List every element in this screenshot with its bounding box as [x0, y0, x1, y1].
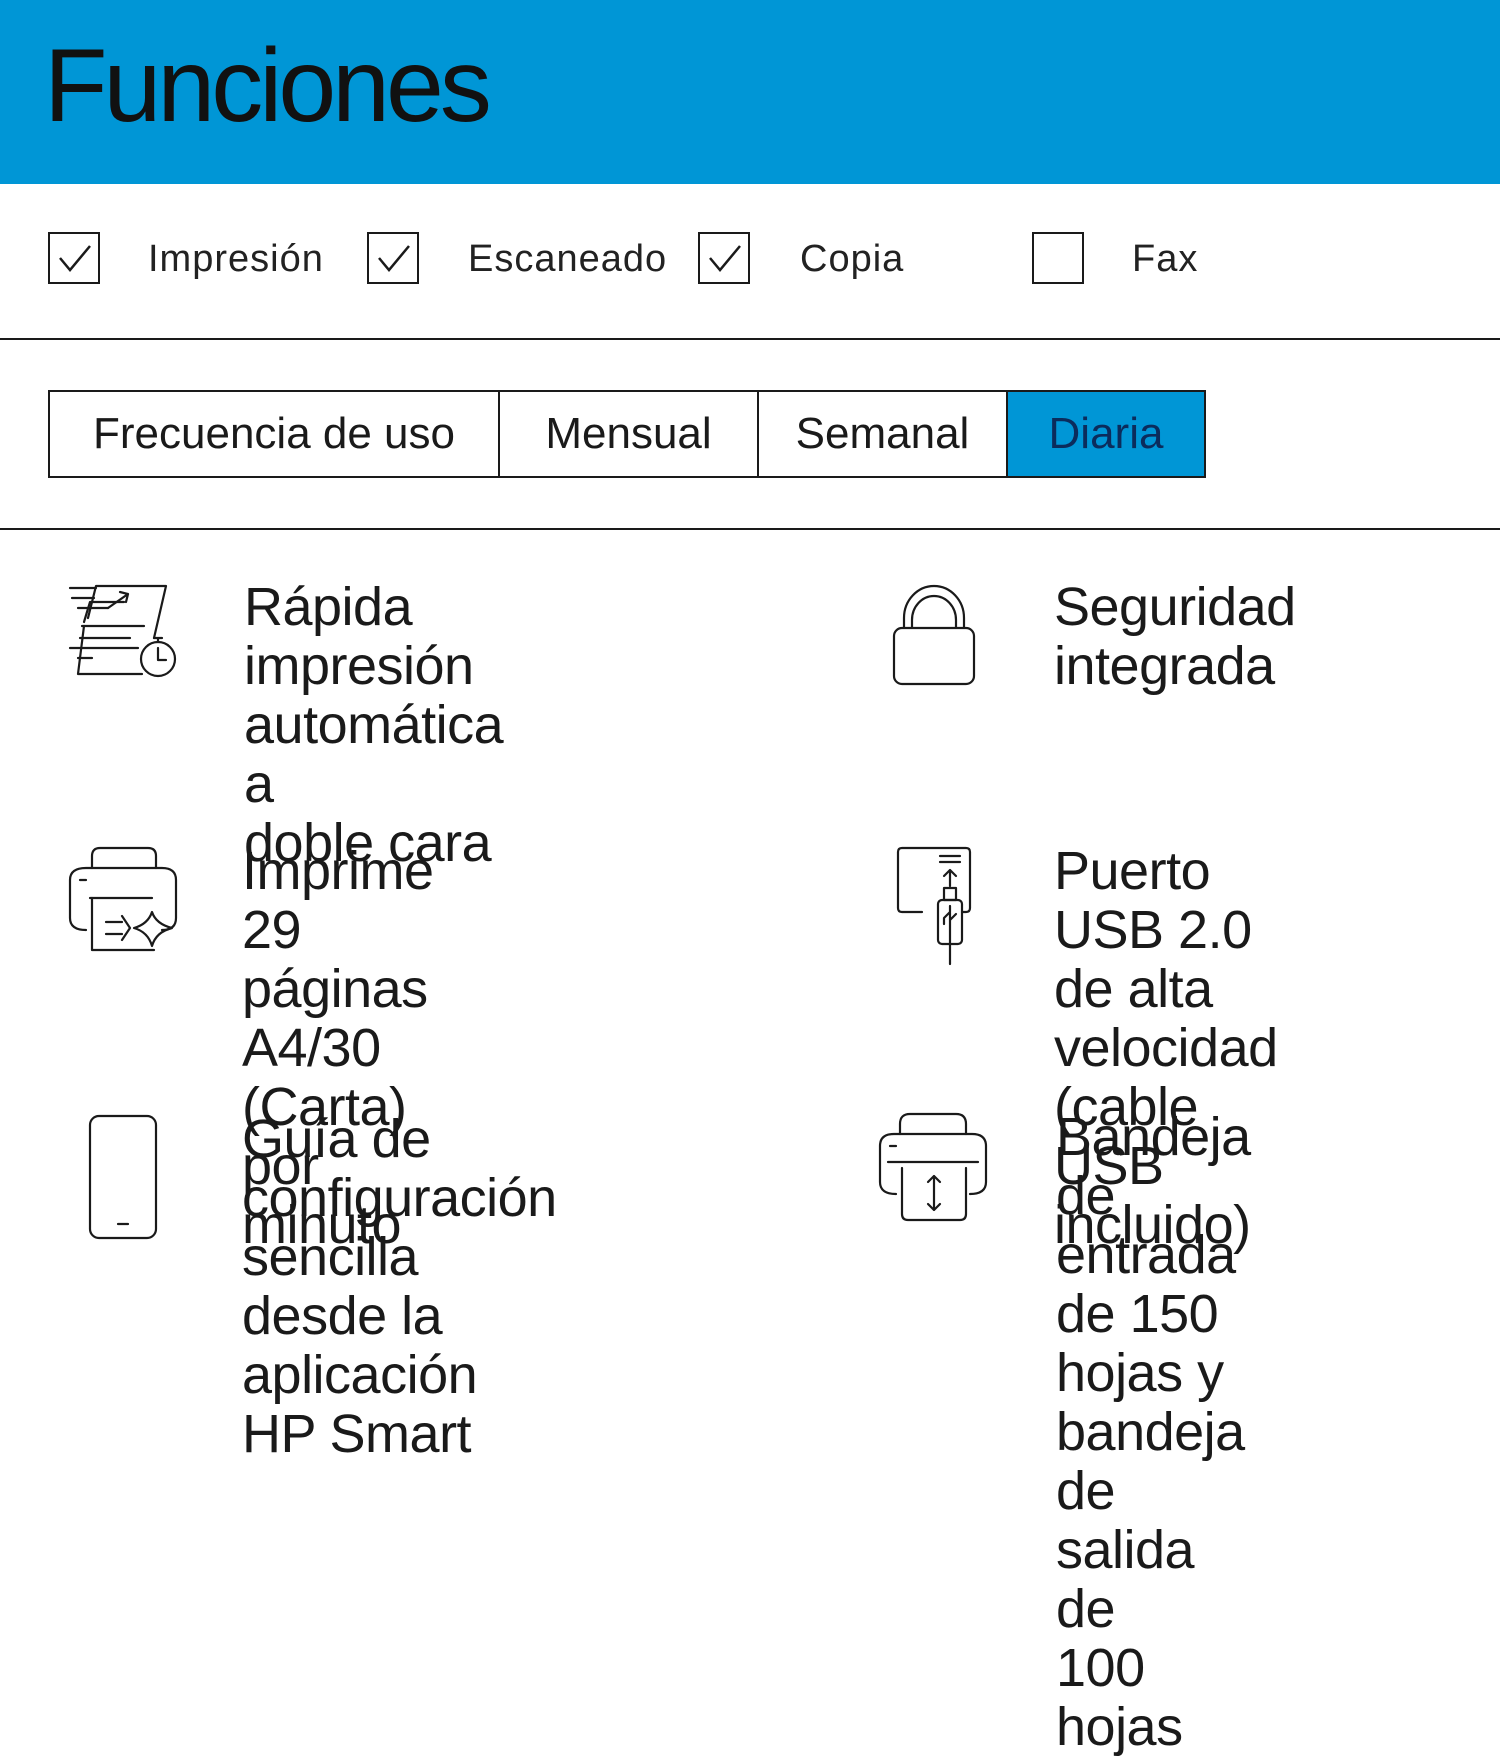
frequency-option-weekly[interactable]: Semanal: [757, 392, 1006, 476]
padlock-icon: [892, 584, 976, 686]
copy-checkbox[interactable]: [698, 232, 750, 284]
feature-duplex-text: Rápida impresión automática a doble cara: [244, 577, 504, 873]
print-label: Impresión: [148, 238, 324, 280]
feature-setup-text: Guía de configuración sencilla desde la …: [242, 1109, 557, 1464]
page-title: Funciones: [44, 28, 492, 144]
feature-trays-text: Bandeja de entrada de 150 hojas y bandej…: [1056, 1107, 1251, 1757]
smartphone-icon: [88, 1114, 158, 1240]
divider-bottom: [0, 528, 1500, 530]
feature-security-text: Seguridad integrada: [1054, 577, 1296, 696]
scan-checkbox[interactable]: [367, 232, 419, 284]
duplex-print-timer-icon: [68, 584, 177, 678]
fax-checkbox[interactable]: [1032, 232, 1084, 284]
frequency-label: Frecuencia de uso: [93, 409, 455, 458]
usage-frequency-selector: Frecuencia de uso Mensual Semanal Diaria: [48, 390, 1206, 478]
frequency-option-daily[interactable]: Diaria: [1006, 392, 1204, 476]
usb-port-icon: [896, 846, 972, 966]
frequency-option-monthly[interactable]: Mensual: [498, 392, 757, 476]
print-checkbox[interactable]: [48, 232, 100, 284]
printer-tray-icon: [878, 1112, 988, 1222]
functions-row: Impresión Escaneado Copia Fax: [0, 232, 1500, 292]
fax-label: Fax: [1132, 238, 1199, 280]
header-banner: Funciones: [0, 0, 1500, 184]
copy-label: Copia: [800, 238, 905, 280]
divider-top: [0, 338, 1500, 340]
scan-label: Escaneado: [468, 238, 668, 280]
printer-sparkle-icon: [68, 846, 178, 952]
